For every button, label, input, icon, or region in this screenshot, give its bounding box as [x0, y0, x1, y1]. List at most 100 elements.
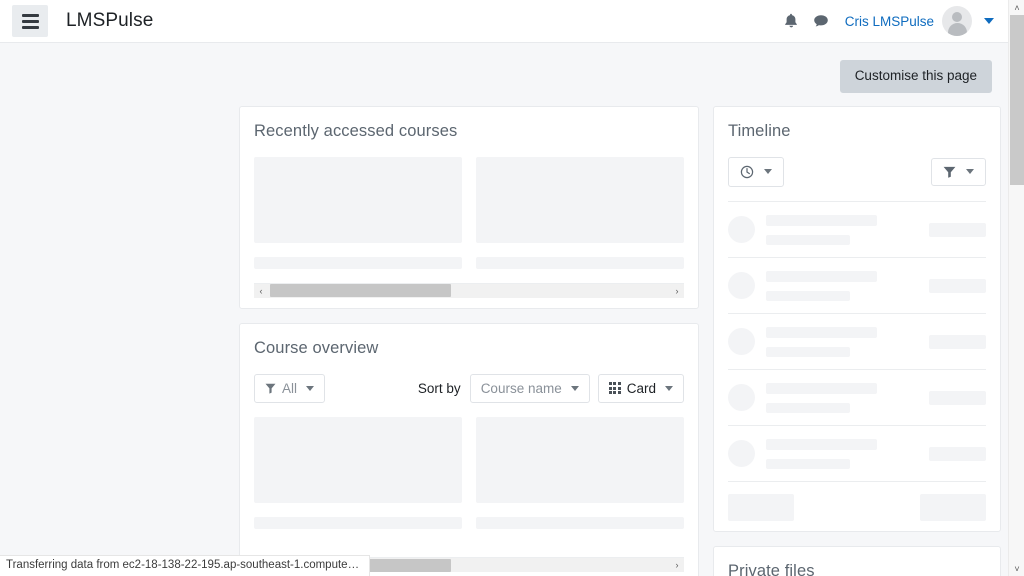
- scrollbar-track[interactable]: [268, 283, 670, 298]
- title-placeholder: [766, 214, 877, 226]
- avatar-placeholder: [728, 440, 755, 467]
- page-vertical-scrollbar[interactable]: ˄ ˅: [1008, 0, 1024, 576]
- subtitle-placeholder: [766, 290, 850, 301]
- avatar-placeholder: [728, 216, 755, 243]
- private-files-title: Private files: [728, 561, 815, 576]
- view-mode-value: Card: [626, 380, 656, 396]
- customise-row: Customise this page: [0, 43, 1008, 93]
- course-overview-placeholders: [254, 417, 684, 529]
- chevron-down-icon: [306, 385, 315, 391]
- chevron-down-icon: [764, 169, 772, 174]
- avatar-placeholder: [728, 384, 755, 411]
- thumbnail-placeholder: [476, 156, 684, 243]
- title-placeholder: [766, 270, 877, 282]
- recently-accessed-courses-card: Recently accessed courses ‹ ›: [239, 105, 699, 309]
- text-placeholder-group: [766, 326, 918, 357]
- clock-icon: [740, 165, 754, 178]
- subtitle-placeholder: [766, 346, 850, 357]
- page-content: Customise this page Recently accessed co…: [0, 43, 1008, 576]
- text-placeholder: [476, 256, 684, 269]
- sort-by-dropdown[interactable]: Course name: [469, 373, 590, 403]
- subtitle-placeholder: [766, 402, 850, 413]
- course-filter-dropdown[interactable]: All: [254, 373, 326, 403]
- text-placeholder-group: [766, 382, 918, 413]
- recently-accessed-title: Recently accessed courses: [254, 121, 458, 140]
- sort-by-label: Sort by: [417, 380, 461, 396]
- text-placeholder: [476, 517, 684, 529]
- timeline-title: Timeline: [728, 121, 791, 140]
- funnel-icon: [943, 166, 956, 178]
- dashboard-columns: Recently accessed courses ‹ › Course ove…: [0, 93, 1008, 576]
- avatar-placeholder: [728, 272, 755, 299]
- user-name-link[interactable]: Cris LMSPulse: [845, 14, 934, 29]
- recently-accessed-placeholders: [254, 156, 684, 269]
- action-placeholder: [929, 334, 986, 349]
- title-placeholder: [766, 382, 877, 394]
- recently-accessed-body: Recently accessed courses ‹ ›: [240, 107, 698, 308]
- text-placeholder-group: [766, 270, 918, 301]
- timeline-row-placeholder: [728, 424, 986, 481]
- action-placeholder: [929, 390, 986, 405]
- course-overview-title: Course overview: [254, 338, 379, 357]
- thumbnail-placeholder: [254, 417, 462, 503]
- course-filter-value: All: [282, 380, 298, 396]
- chevron-down-icon: [966, 169, 974, 174]
- customise-this-page-button[interactable]: Customise this page: [839, 60, 992, 93]
- timeline-row-placeholder: [728, 200, 986, 257]
- chevron-down-icon: [665, 385, 673, 391]
- text-placeholder: [254, 256, 462, 269]
- course-overview-toolbar: All Sort by Course name Card: [254, 373, 684, 403]
- bell-icon[interactable]: [776, 6, 806, 36]
- subtitle-placeholder: [766, 458, 850, 469]
- action-placeholder: [929, 446, 986, 461]
- timeline-row-placeholder: [728, 256, 986, 313]
- top-navbar: LMSPulse Cris LMSPulse: [0, 0, 1008, 43]
- chevron-right-icon[interactable]: ›: [670, 558, 684, 573]
- grid-icon: [608, 382, 621, 395]
- course-overview-body: Course overview All Sort by Course name …: [240, 324, 698, 576]
- main-column: Recently accessed courses ‹ › Course ove…: [239, 105, 699, 576]
- timeline-body: Timeline: [714, 107, 1000, 531]
- avatar-placeholder: [728, 328, 755, 355]
- site-brand-title[interactable]: LMSPulse: [66, 10, 153, 32]
- chevron-right-icon[interactable]: ›: [670, 283, 684, 298]
- thumbnail-placeholder: [476, 417, 684, 503]
- private-files-body: Private files No files available: [714, 547, 1000, 576]
- user-avatar[interactable]: [942, 6, 972, 36]
- timeline-row-placeholder: [728, 312, 986, 369]
- hamburger-menu-icon[interactable]: [12, 5, 48, 37]
- scrollbar-thumb[interactable]: [270, 284, 451, 297]
- subtitle-placeholder: [766, 234, 850, 245]
- footer-button-placeholder: [920, 493, 986, 521]
- chevron-down-icon[interactable]: [984, 18, 994, 24]
- footer-button-placeholder: [728, 493, 794, 521]
- timeline-row-placeholder: [728, 368, 986, 425]
- view-mode-dropdown[interactable]: Card: [597, 373, 684, 403]
- timeline-footer-placeholders: [728, 480, 986, 521]
- vertical-scrollbar-thumb[interactable]: [1010, 15, 1024, 185]
- timeline-card: Timeline: [713, 105, 1001, 532]
- chevron-down-icon: [570, 385, 579, 391]
- text-placeholder-group: [766, 438, 918, 469]
- scroll-up-arrow-icon[interactable]: ˄: [1009, 0, 1024, 15]
- scroll-down-arrow-icon[interactable]: ˅: [1009, 561, 1024, 576]
- timeline-toolbar: [728, 156, 986, 187]
- title-placeholder: [766, 326, 877, 338]
- private-files-card: Private files No files available: [713, 545, 1001, 576]
- chevron-left-icon[interactable]: ‹: [254, 283, 268, 298]
- sort-by-value: Course name: [480, 380, 562, 396]
- course-placeholder: [476, 417, 684, 529]
- course-overview-card: Course overview All Sort by Course name …: [239, 322, 699, 576]
- recently-accessed-scrollbar[interactable]: ‹ ›: [254, 282, 684, 298]
- browser-viewport: LMSPulse Cris LMSPulse Customise this pa…: [0, 0, 1024, 576]
- text-placeholder-group: [766, 214, 918, 245]
- timeline-type-filter-dropdown[interactable]: [931, 157, 986, 186]
- timeline-date-filter-dropdown[interactable]: [728, 156, 784, 187]
- funnel-icon: [265, 383, 276, 394]
- navbar-right-group: Cris LMSPulse: [776, 6, 996, 36]
- message-bubble-icon[interactable]: [806, 6, 836, 36]
- action-placeholder: [929, 278, 986, 293]
- course-placeholder: [476, 156, 684, 269]
- text-placeholder: [254, 517, 462, 529]
- action-placeholder: [929, 222, 986, 237]
